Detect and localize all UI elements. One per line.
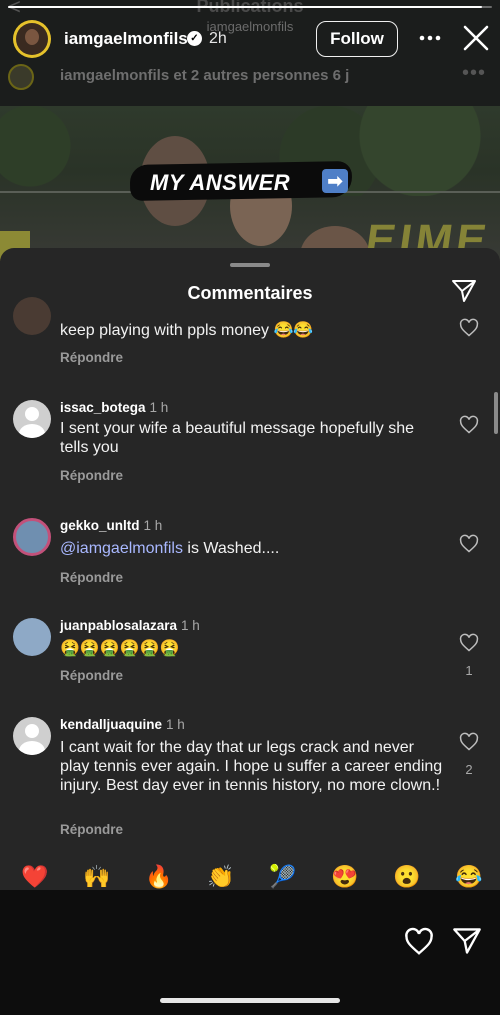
comment-avatar[interactable] (13, 717, 51, 755)
ghost-more-icon: ••• (461, 62, 486, 84)
avatar-image (16, 23, 48, 55)
ghost-activity-text: iamgaelmonfils et 2 autres personnes 6 j (60, 67, 350, 84)
emoji-heart-eyes-button[interactable]: 😍 (331, 864, 358, 890)
heart-icon[interactable] (459, 633, 479, 653)
comment-text-body: is Washed.... (182, 540, 280, 557)
reply-button[interactable]: Répondre (60, 570, 123, 585)
heart-icon[interactable] (459, 534, 479, 554)
story-time: 2h (209, 30, 227, 47)
story-footer (0, 890, 500, 1015)
sticker-text: MY ANSWER (150, 170, 291, 195)
comment-username[interactable]: issac_botega 1 h (60, 400, 168, 415)
comment-username-text[interactable]: issac_botega (60, 400, 146, 415)
comment-avatar[interactable] (13, 618, 51, 656)
ghost-avatar (8, 64, 34, 90)
comment-emojis: 🤮🤮🤮🤮🤮🤮 (60, 640, 180, 657)
reply-button[interactable]: Répondre (60, 668, 123, 683)
comment-username[interactable]: kendalljuaquine 1 h (60, 717, 185, 732)
heart-icon[interactable] (459, 415, 479, 435)
emoji-fire-button[interactable]: 🔥 (145, 864, 172, 890)
verified-badge-icon: ✓ (187, 31, 202, 46)
reply-button[interactable]: Répondre (60, 468, 123, 483)
comment-text: I cant wait for the day that ur legs cra… (60, 739, 443, 794)
comment-emojis: 😂😂 (273, 322, 314, 339)
comment-text: keep playing with ppls money 😂😂 (60, 321, 445, 340)
emoji-laugh-button[interactable]: 😂 (455, 864, 482, 890)
story-progress-fill (8, 6, 483, 8)
send-icon[interactable] (451, 278, 477, 304)
heart-icon[interactable] (459, 732, 479, 752)
comments-scrollbar[interactable] (494, 392, 498, 434)
avatar[interactable] (13, 20, 51, 58)
comment-username-text[interactable]: juanpablosalazara (60, 618, 177, 633)
story-header: iamgaelmonfils ✓ 2h Follow (0, 18, 500, 62)
emoji-raised-hands-button[interactable]: 🙌 (83, 864, 110, 890)
comment-time: 1 h (143, 518, 163, 533)
like-count: 2 (465, 762, 473, 777)
ghost-activity-row: iamgaelmonfils et 2 autres personnes 6 j… (0, 58, 500, 94)
sheet-drag-handle[interactable] (230, 263, 270, 267)
comment-avatar[interactable] (13, 297, 51, 335)
comment-mention[interactable]: @iamgaelmonfils (60, 540, 183, 557)
story-progress-bar (8, 6, 492, 8)
comment-text: 🤮🤮🤮🤮🤮🤮 (60, 639, 445, 658)
comment-time: 1 h (181, 618, 200, 633)
arrow-right-icon: ➡ (322, 169, 348, 193)
reply-button[interactable]: Répondre (60, 350, 123, 365)
reply-button[interactable]: Répondre (60, 822, 123, 837)
story-username[interactable]: iamgaelmonfils (64, 29, 188, 49)
ghost-title: Publications (196, 0, 304, 16)
like-count: 1 (465, 663, 473, 678)
sheet-title: Commentaires (187, 283, 313, 303)
comment-username-text[interactable]: kendalljuaquine (60, 717, 162, 732)
comment-text-body: keep playing with ppls money (60, 322, 270, 339)
comment-text: @iamgaelmonfils is Washed.... (60, 539, 445, 558)
emoji-surprised-button[interactable]: 😮 (393, 864, 420, 890)
home-indicator[interactable] (160, 998, 340, 1003)
comment-time: 1 h (166, 717, 185, 732)
comment-text: I sent your wife a beautiful message hop… (60, 420, 414, 456)
comment-avatar[interactable] (13, 518, 51, 556)
heart-icon[interactable] (459, 318, 479, 338)
more-options-icon[interactable] (418, 26, 442, 50)
send-story-icon[interactable] (452, 926, 482, 956)
emoji-clap-button[interactable]: 👏 (207, 864, 234, 890)
emoji-heart-button[interactable]: ❤️ (21, 864, 48, 890)
like-story-heart-icon[interactable] (404, 927, 434, 957)
follow-button[interactable]: Follow (316, 21, 398, 57)
comment-avatar[interactable] (13, 400, 51, 438)
comment-username-text[interactable]: gekko_unltd (60, 518, 140, 533)
comment-username[interactable]: gekko_unltd 1 h (60, 518, 162, 533)
comment-username[interactable]: juanpablosalazara 1 h (60, 618, 200, 633)
comments-sheet: Commentaires keep playing with ppls mone… (0, 248, 500, 890)
comment-time: 1 h (149, 400, 169, 415)
close-icon[interactable] (462, 24, 490, 52)
emoji-tennis-button[interactable]: 🎾 (269, 864, 296, 890)
